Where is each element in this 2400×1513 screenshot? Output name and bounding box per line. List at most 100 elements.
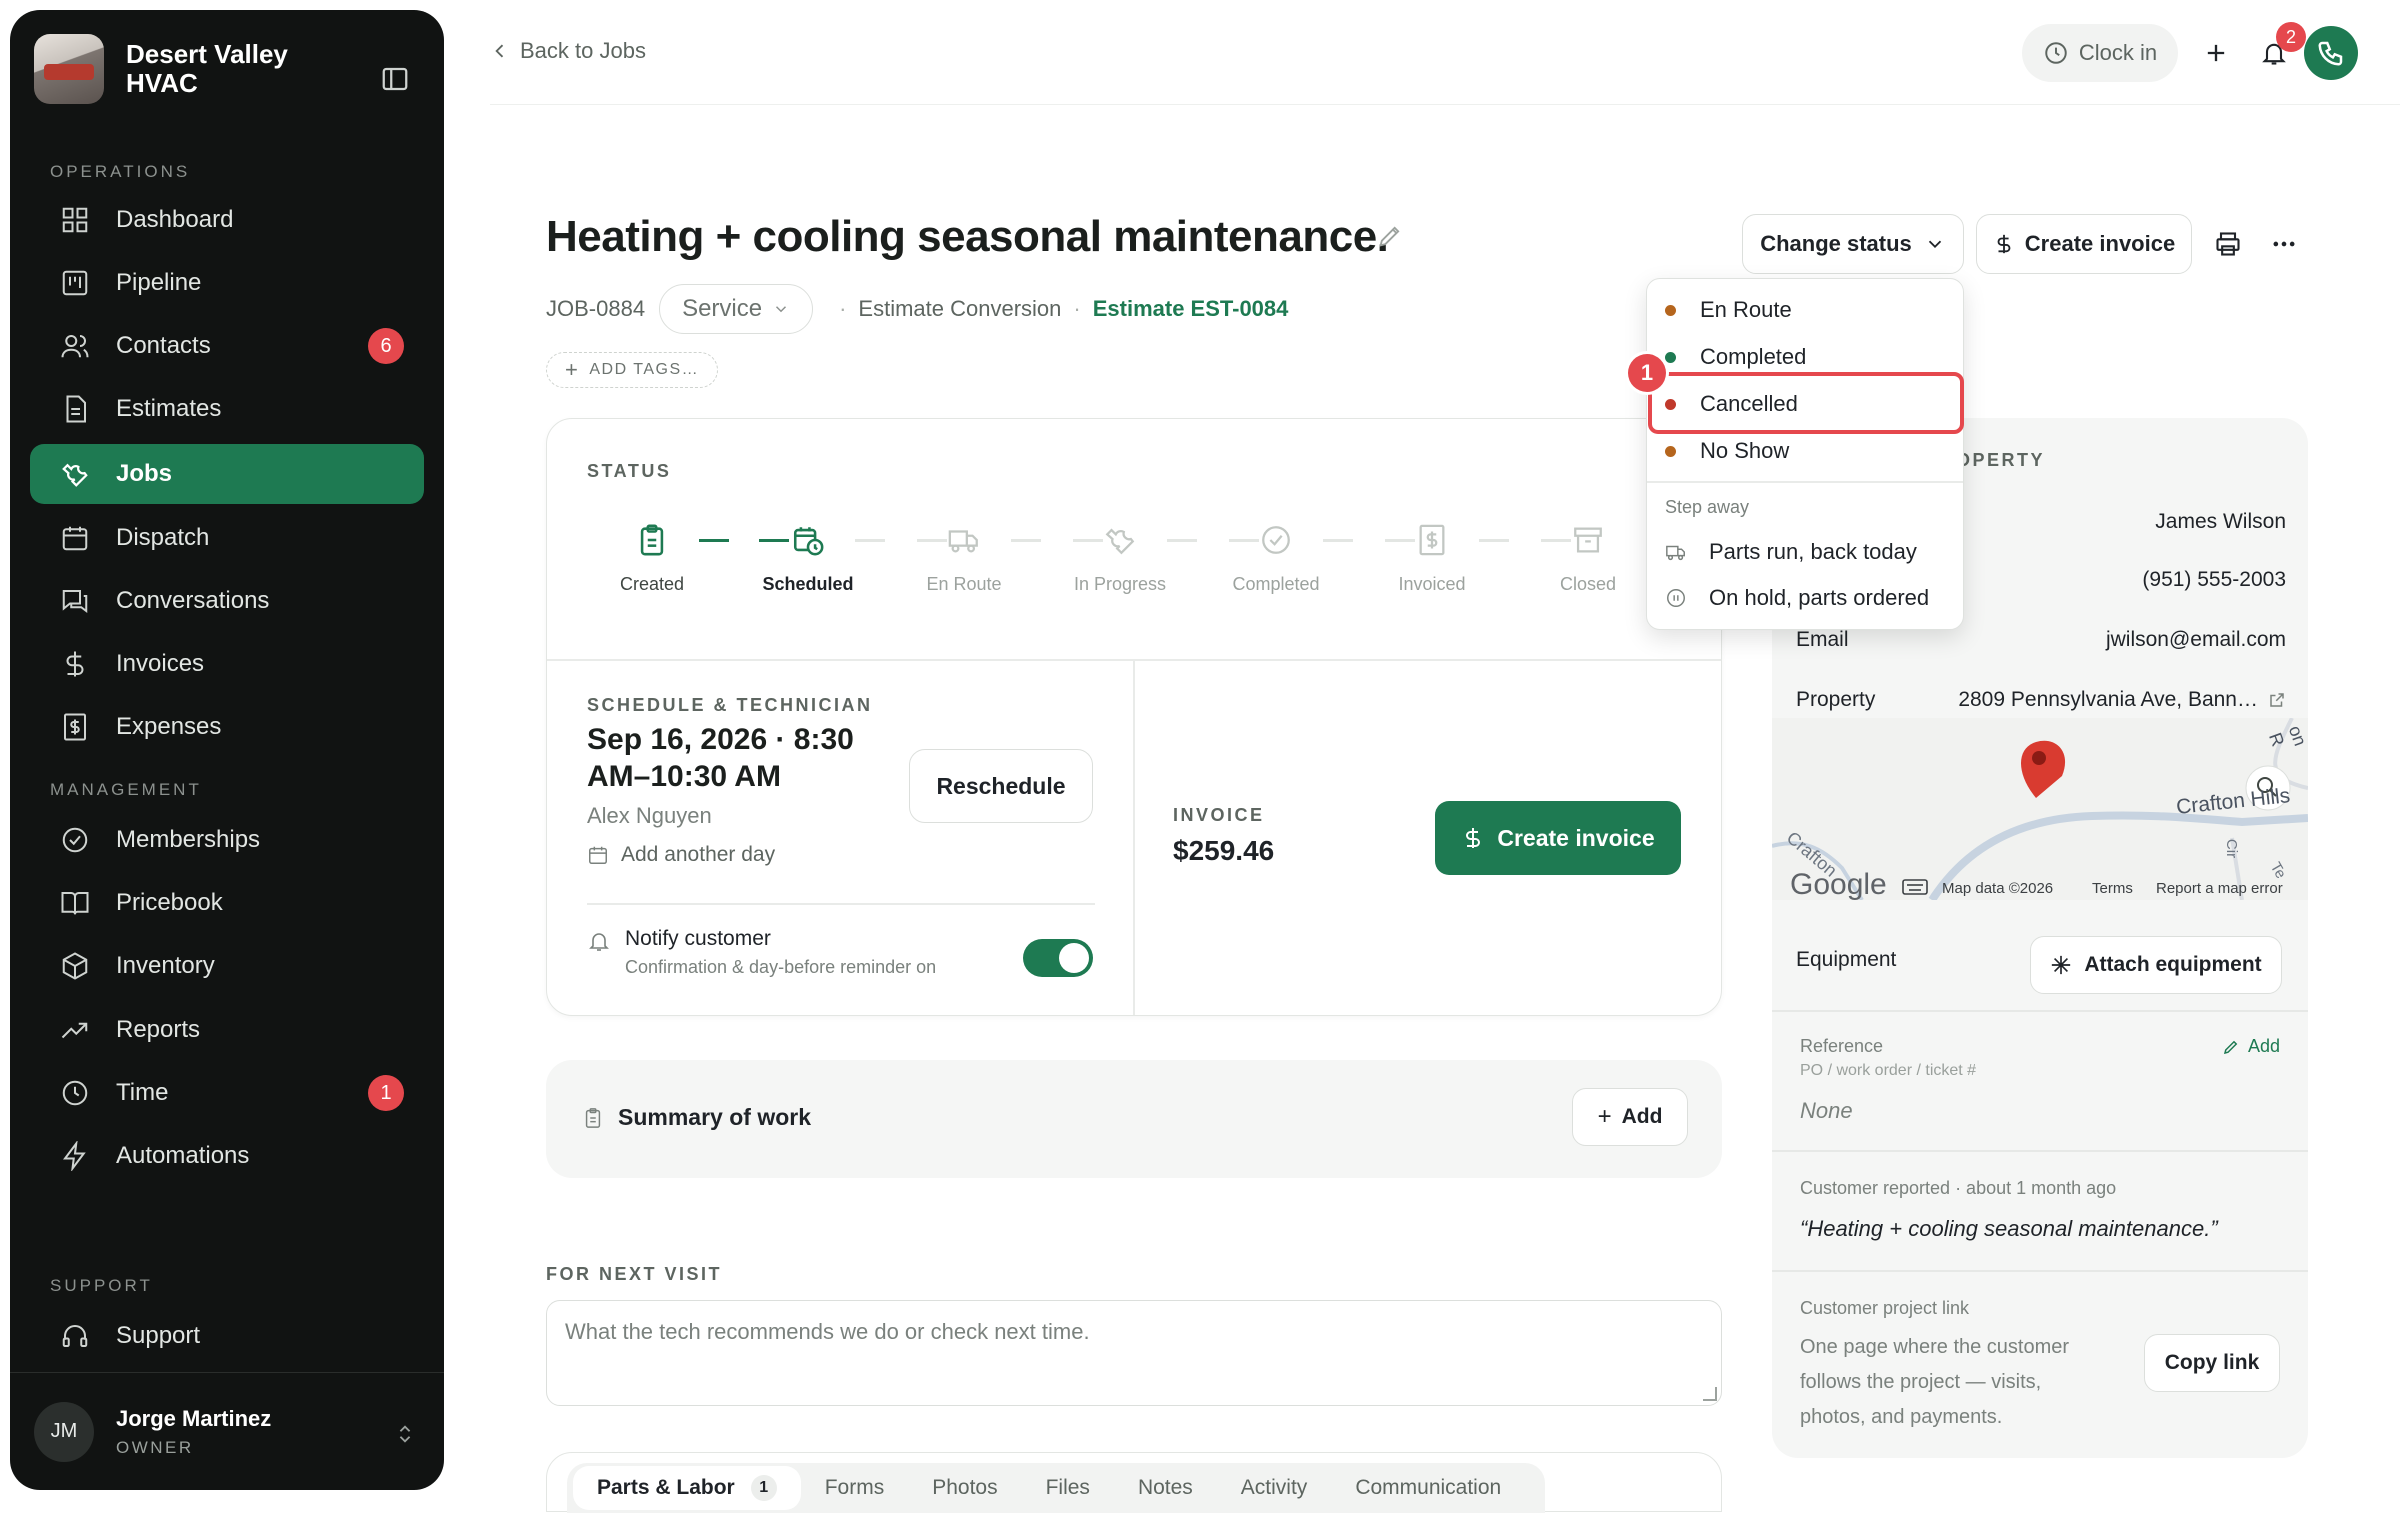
tab-activity[interactable]: Activity xyxy=(1217,1476,1332,1500)
print-button[interactable] xyxy=(2206,222,2250,266)
edit-title-icon[interactable] xyxy=(1376,222,1404,250)
phone-button[interactable] xyxy=(2304,26,2358,80)
status-caption: STATUS xyxy=(587,461,672,481)
sidebar-item-jobs[interactable]: Jobs xyxy=(30,444,424,504)
sidebar-item-reports[interactable]: Reports xyxy=(30,1000,424,1060)
add-another-day-label: Add another day xyxy=(621,843,776,866)
sidebar-collapse-icon[interactable] xyxy=(380,64,410,94)
customer-name[interactable]: James Wilson xyxy=(2155,510,2286,534)
sidebar-item-inventory[interactable]: Inventory xyxy=(30,936,424,996)
header-create-invoice-button[interactable]: Create invoice xyxy=(1976,214,2192,274)
sidebar-item-memberships[interactable]: Memberships xyxy=(30,810,424,870)
bolt-icon xyxy=(63,1141,86,1171)
tab-forms[interactable]: Forms xyxy=(801,1476,909,1500)
tab-parts-labor[interactable]: Parts & Labor 1 xyxy=(573,1466,801,1510)
card-divider xyxy=(1133,659,1135,1015)
step-in-progress[interactable]: In Progress xyxy=(1055,523,1185,595)
tab-photos[interactable]: Photos xyxy=(908,1476,1021,1500)
step-closed[interactable]: Closed xyxy=(1523,523,1653,595)
map-terms-link[interactable]: Terms xyxy=(2092,880,2133,897)
back-to-jobs-link[interactable]: Back to Jobs xyxy=(490,38,646,64)
sidebar-item-contacts[interactable]: Contacts 6 xyxy=(30,316,424,376)
attach-equipment-button[interactable]: Attach equipment xyxy=(2030,936,2282,994)
reschedule-button[interactable]: Reschedule xyxy=(909,749,1093,823)
more-options-button[interactable] xyxy=(2262,222,2306,266)
sidebar-item-support[interactable]: Support xyxy=(30,1306,424,1366)
notify-customer: Notify customer Confirmation & day-befor… xyxy=(587,927,936,978)
check-circle-icon xyxy=(62,827,88,853)
sidebar-item-time[interactable]: Time 1 xyxy=(30,1063,424,1123)
dropdown-divider xyxy=(1647,481,1963,483)
page-title: Heating + cooling seasonal maintenance. xyxy=(546,212,1389,261)
wrench-icon xyxy=(62,463,88,487)
user-role: OWNER xyxy=(116,1437,194,1457)
trend-icon xyxy=(61,1022,88,1039)
property-map[interactable]: Crafton Hills Crafton Google Map data ©2… xyxy=(1772,718,2308,900)
add-another-day-link[interactable]: Add another day xyxy=(587,843,775,867)
option-label: En Route xyxy=(1700,297,1792,322)
pipeline-icon xyxy=(62,270,88,296)
sidebar-item-pricebook[interactable]: Pricebook xyxy=(30,873,424,933)
job-type-select[interactable]: Service xyxy=(659,284,814,334)
sidebar-item-estimates[interactable]: Estimates xyxy=(30,379,424,439)
calendar-icon xyxy=(62,526,88,551)
change-status-dropdown: En Route Completed Cancelled No Show Ste… xyxy=(1646,278,1964,630)
tab-notes[interactable]: Notes xyxy=(1114,1476,1217,1500)
step-invoiced[interactable]: Invoiced xyxy=(1367,523,1497,595)
avatar: JM xyxy=(34,1401,94,1462)
sidebar-item-label: Automations xyxy=(116,1142,250,1169)
step-scheduled[interactable]: Scheduled xyxy=(743,523,873,595)
brand[interactable]: Desert Valley HVAC xyxy=(34,34,326,104)
customer-phone[interactable]: (951) 555-2003 xyxy=(2142,568,2286,592)
sidebar-item-invoices[interactable]: Invoices xyxy=(30,634,424,694)
user-menu[interactable]: JM Jorge Martinez OWNER xyxy=(10,1372,444,1490)
map-attribution: Map data ©2026 xyxy=(1942,880,2054,897)
sidebar-item-pipeline[interactable]: Pipeline xyxy=(30,253,424,313)
contacts-icon xyxy=(61,335,89,358)
sidebar-item-label: Time xyxy=(116,1079,169,1106)
status-option-on-hold[interactable]: On hold, parts ordered xyxy=(1647,575,1963,621)
sidebar-item-dispatch[interactable]: Dispatch xyxy=(30,508,424,568)
clipboard-icon xyxy=(585,1107,601,1128)
step-completed[interactable]: Completed xyxy=(1211,523,1341,595)
notify-customer-toggle[interactable] xyxy=(1023,939,1093,977)
add-tags-button[interactable]: + ADD TAGS… xyxy=(546,352,719,388)
step-label: Invoiced xyxy=(1398,574,1466,594)
add-button[interactable] xyxy=(2196,33,2236,73)
step-created[interactable]: Created xyxy=(587,523,717,595)
box-icon xyxy=(62,952,88,980)
clock-icon xyxy=(2045,42,2067,64)
pencil-icon xyxy=(2223,1040,2238,1054)
next-visit-textarea[interactable]: What the tech recommends we do or check … xyxy=(546,1300,1722,1406)
map-report-link[interactable]: Report a map error xyxy=(2156,880,2283,897)
add-tags-label: ADD TAGS… xyxy=(589,361,700,378)
step-label: Closed xyxy=(1559,574,1617,594)
archive-icon xyxy=(1574,527,1602,553)
estimate-link[interactable]: Estimate EST-0084 xyxy=(1093,296,1289,322)
clock-in-button[interactable]: Clock in xyxy=(2022,24,2178,82)
plus-icon: + xyxy=(565,357,580,382)
sidebar-item-expenses[interactable]: Expenses xyxy=(30,697,424,757)
tab-files[interactable]: Files xyxy=(1022,1476,1114,1500)
separator: · xyxy=(839,296,847,321)
tab-communication[interactable]: Communication xyxy=(1331,1476,1525,1500)
sidebar-item-conversations[interactable]: Conversations xyxy=(30,571,424,631)
reference-add-button[interactable]: Add xyxy=(2222,1036,2280,1057)
create-invoice-label: Create invoice xyxy=(2024,231,2176,256)
summary-add-button[interactable]: + Add xyxy=(1572,1088,1688,1146)
time-badge: 1 xyxy=(368,1075,404,1111)
sidebar-item-automations[interactable]: Automations xyxy=(30,1126,424,1186)
step-en-route[interactable]: En Route xyxy=(899,523,1029,595)
property-row: Property 2809 Pennsylvania Ave, Bann… xyxy=(1796,688,2286,712)
copy-link-button[interactable]: Copy link xyxy=(2144,1334,2280,1392)
property-address-link[interactable]: 2809 Pennsylvania Ave, Bann… xyxy=(1958,688,2286,712)
status-option-parts-run[interactable]: Parts run, back today xyxy=(1647,529,1963,575)
step-connector xyxy=(1323,539,1353,542)
status-option-no-show[interactable]: No Show xyxy=(1647,428,1963,474)
change-status-button[interactable]: Change status xyxy=(1742,214,1964,274)
create-invoice-button[interactable]: Create invoice xyxy=(1435,801,1681,875)
customer-email[interactable]: jwilson@email.com xyxy=(2106,628,2286,652)
summary-title: Summary of work xyxy=(618,1104,811,1130)
status-option-en-route[interactable]: En Route xyxy=(1647,287,1963,333)
sidebar-item-dashboard[interactable]: Dashboard xyxy=(30,190,424,250)
